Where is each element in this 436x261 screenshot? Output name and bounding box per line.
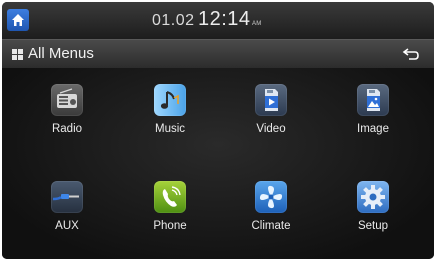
menu-item-label: Phone [153, 220, 187, 232]
aux-cable-icon [51, 181, 83, 213]
menu-item-label: AUX [55, 220, 79, 232]
menu-item-label: Radio [51, 123, 83, 135]
back-button[interactable] [396, 44, 426, 64]
home-icon [12, 14, 24, 26]
clock-display: 12:14 [198, 8, 251, 30]
menu-item-music[interactable]: Music [130, 72, 210, 152]
menu-grid: Radio Music Video Image AUX Phone Climat… [2, 68, 434, 259]
menu-item-climate[interactable]: Climate [231, 169, 311, 249]
radio-icon [51, 84, 83, 116]
menu-item-label: Music [154, 123, 186, 135]
menu-item-label: Setup [357, 220, 389, 232]
menu-item-label: Climate [251, 220, 291, 232]
menu-item-label: Image [357, 123, 389, 135]
image-icon [357, 84, 389, 116]
ampm-indicator: AM [252, 21, 262, 27]
all-menus-icon [12, 49, 23, 60]
menu-item-radio[interactable]: Radio [27, 72, 107, 152]
menu-item-phone[interactable]: Phone [130, 169, 210, 249]
date-display: 01.02 [152, 12, 195, 29]
home-button[interactable] [7, 9, 29, 31]
page-title: All Menus [28, 45, 94, 62]
menu-item-aux[interactable]: AUX [27, 169, 107, 249]
fan-icon [255, 181, 287, 213]
menu-item-video[interactable]: Video [231, 72, 311, 152]
music-icon [154, 84, 186, 116]
header-bar: All Menus [2, 39, 434, 68]
menu-item-image[interactable]: Image [333, 72, 413, 152]
screen-frame: 01.02 12:14 AM All Menus Radio Music Vid… [2, 2, 434, 259]
status-bar: 01.02 12:14 AM [2, 2, 434, 39]
phone-icon [154, 181, 186, 213]
back-arrow-icon [402, 48, 419, 60]
gear-icon [357, 181, 389, 213]
menu-item-label: Video [256, 123, 286, 135]
video-icon [255, 84, 287, 116]
menu-item-setup[interactable]: Setup [333, 169, 413, 249]
